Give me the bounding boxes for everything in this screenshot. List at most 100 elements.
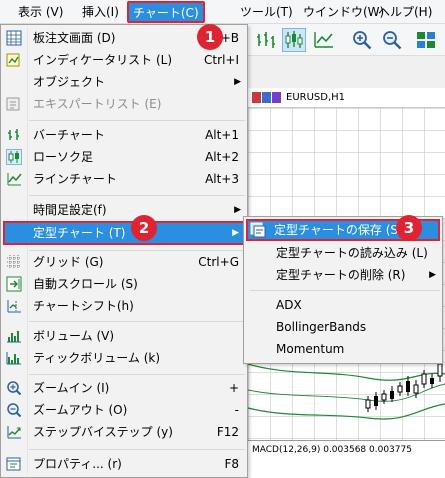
menu-item-template-momentum[interactable]: Momentum: [244, 338, 442, 360]
menu-item-label: エキスパートリスト (E): [33, 97, 162, 111]
menu-item-label: 定型チャートの保存 (S): [274, 223, 403, 237]
menu-item-shortcut: -: [234, 403, 239, 417]
menu-item-label: インディケータリスト (L): [33, 53, 173, 67]
menu-item-label: BollingerBands: [276, 320, 367, 334]
menu-item-tick-volume[interactable]: ティックボリューム (k): [1, 347, 247, 369]
menu-item-label: ボリューム (V): [33, 329, 115, 343]
menu-item-label: 定型チャート (T): [33, 226, 126, 240]
menu-item-auto-scroll[interactable]: 自動スクロール (S): [1, 273, 247, 295]
indicator-list-icon: [6, 52, 22, 68]
menu-help[interactable]: ヘルプ(H): [378, 4, 432, 20]
menu-item-label: 定型チャートの読み込み (L): [276, 246, 428, 260]
line-chart-icon: [6, 171, 22, 187]
menu-item-candlestick[interactable]: ローソク足 Alt+2: [1, 146, 247, 168]
menu-item-chart-shift[interactable]: チャートシフト(h): [1, 295, 247, 317]
menu-item-label: オブジェクト: [33, 75, 106, 89]
menu-item-expert-list: エキスパートリスト (E): [1, 93, 247, 115]
menu-item-label: ラインチャート: [33, 172, 117, 186]
menu-item-template-adx[interactable]: ADX: [244, 294, 442, 316]
menu-item-label: ADX: [276, 298, 302, 312]
volume-icon: [6, 328, 22, 344]
menu-item-label: チャートシフト(h): [33, 299, 134, 313]
menu-item-shortcut: F12: [216, 425, 239, 439]
chart-menu: 板注文画面 (D) Alt+B インディケータリスト (L) Ctrl+I オブ…: [0, 24, 248, 478]
menu-item-shortcut: F8: [224, 457, 239, 471]
menu-item-shortcut: Ctrl+I: [204, 53, 239, 67]
menu-item-label: 板注文画面 (D): [33, 31, 116, 45]
menu-separator: [29, 120, 245, 121]
menu-item-bar-chart[interactable]: バーチャート Alt+1: [1, 124, 247, 146]
menu-item-label: 自動スクロール (S): [33, 277, 138, 291]
chart-toolbar: [248, 24, 445, 56]
zoom-in-icon: [6, 380, 22, 396]
menu-tools[interactable]: ツール(T): [240, 4, 293, 20]
auto-scroll-icon: [6, 276, 22, 292]
chart-window-title: EURUSD,H1: [286, 92, 346, 103]
callout-badge-1: 1: [197, 24, 223, 50]
menu-item-zoom-out[interactable]: ズームアウト (O) -: [1, 399, 247, 421]
menu-item-shortcut: Alt+3: [205, 172, 239, 186]
zoom-out-icon: [6, 402, 22, 418]
menu-insert[interactable]: 挿入(I): [82, 4, 119, 20]
submenu-arrow-icon: ▶: [234, 77, 241, 87]
menu-item-label: ローソク足: [33, 150, 94, 164]
callout-badge-3: 3: [396, 215, 422, 241]
menu-item-label: ズームイン (I): [33, 381, 110, 395]
macd-label: MACD(12,26,9) 0.003568 0.003775: [252, 445, 412, 455]
chart-window-icon: [252, 92, 282, 104]
menu-item-label: バーチャート: [33, 128, 105, 142]
properties-icon: [6, 456, 22, 472]
chart-shift-icon: [6, 298, 22, 314]
order-panel-icon: [6, 30, 22, 46]
menu-window[interactable]: ウインドウ(W): [303, 4, 384, 20]
grid-icon: [6, 254, 22, 270]
zoom-out-tool-icon[interactable]: [380, 28, 404, 52]
menu-item-shortcut: Alt+2: [205, 150, 239, 164]
tick-volume-icon: [6, 350, 22, 366]
menu-item-template[interactable]: 定型チャート (T) ▶: [3, 221, 245, 245]
submenu-arrow-icon: ▶: [234, 205, 241, 215]
menu-item-properties[interactable]: プロパティ... (r) F8: [1, 453, 247, 475]
bar-chart-tool-icon[interactable]: [254, 28, 278, 52]
candlestick-icon: [6, 149, 22, 165]
menu-item-label: プロパティ... (r): [33, 457, 122, 471]
menu-item-label: ズームアウト (O): [33, 403, 128, 417]
menu-bar: 表示 (V) 挿入(I) チャート(C) ツール(T) ウインドウ(W) ヘルプ…: [0, 0, 445, 24]
menu-view[interactable]: 表示 (V): [18, 4, 63, 20]
menu-item-label: 定型チャートの削除 (R): [276, 268, 406, 282]
save-template-icon: [250, 222, 266, 238]
menu-separator: [29, 374, 245, 375]
menu-item-label: Momentum: [276, 342, 345, 356]
menu-separator: [29, 195, 245, 196]
macd-indicator-panel: MACD(12,26,9) 0.003568 0.003775: [248, 440, 445, 478]
menu-item-label: ティックボリューム (k): [33, 351, 161, 365]
menu-item-timeframe[interactable]: 時間足設定(f) ▶: [1, 199, 247, 221]
menu-item-step-by-step[interactable]: ステップバイステップ (y) F12: [1, 421, 247, 443]
chart-window-header: EURUSD,H1: [248, 88, 445, 108]
menu-item-delete-template[interactable]: 定型チャートの削除 (R) ▶: [244, 264, 442, 286]
bar-chart-icon: [6, 127, 22, 143]
menu-separator: [29, 449, 245, 450]
menu-item-grid[interactable]: グリッド (G) Ctrl+G: [1, 251, 247, 273]
zoom-in-tool-icon[interactable]: [350, 28, 374, 52]
tile-windows-tool-icon[interactable]: [414, 28, 438, 52]
menu-item-label: 時間足設定(f): [33, 203, 107, 217]
menu-chart[interactable]: チャート(C): [127, 1, 205, 23]
menu-item-volume[interactable]: ボリューム (V): [1, 325, 247, 347]
candlestick-tool-icon[interactable]: [282, 28, 306, 52]
menu-item-objects[interactable]: オブジェクト ▶: [1, 71, 247, 93]
menu-item-line-chart[interactable]: ラインチャート Alt+3: [1, 168, 247, 190]
step-by-step-icon: [6, 424, 22, 440]
line-chart-tool-icon[interactable]: [312, 28, 336, 52]
menu-item-label: ステップバイステップ (y): [33, 425, 173, 439]
menu-item-shortcut: Ctrl+G: [198, 255, 239, 269]
menu-item-zoom-in[interactable]: ズームイン (I) +: [1, 377, 247, 399]
menu-separator: [29, 321, 245, 322]
menu-item-indicator-list[interactable]: インディケータリスト (L) Ctrl+I: [1, 49, 247, 71]
menu-item-load-template[interactable]: 定型チャートの読み込み (L): [244, 242, 442, 264]
submenu-arrow-icon: ▶: [232, 228, 239, 238]
menu-item-shortcut: Alt+1: [205, 128, 239, 142]
menu-item-template-bollinger[interactable]: BollingerBands: [244, 316, 442, 338]
menu-separator: [250, 290, 440, 291]
submenu-arrow-icon: ▶: [429, 270, 436, 280]
